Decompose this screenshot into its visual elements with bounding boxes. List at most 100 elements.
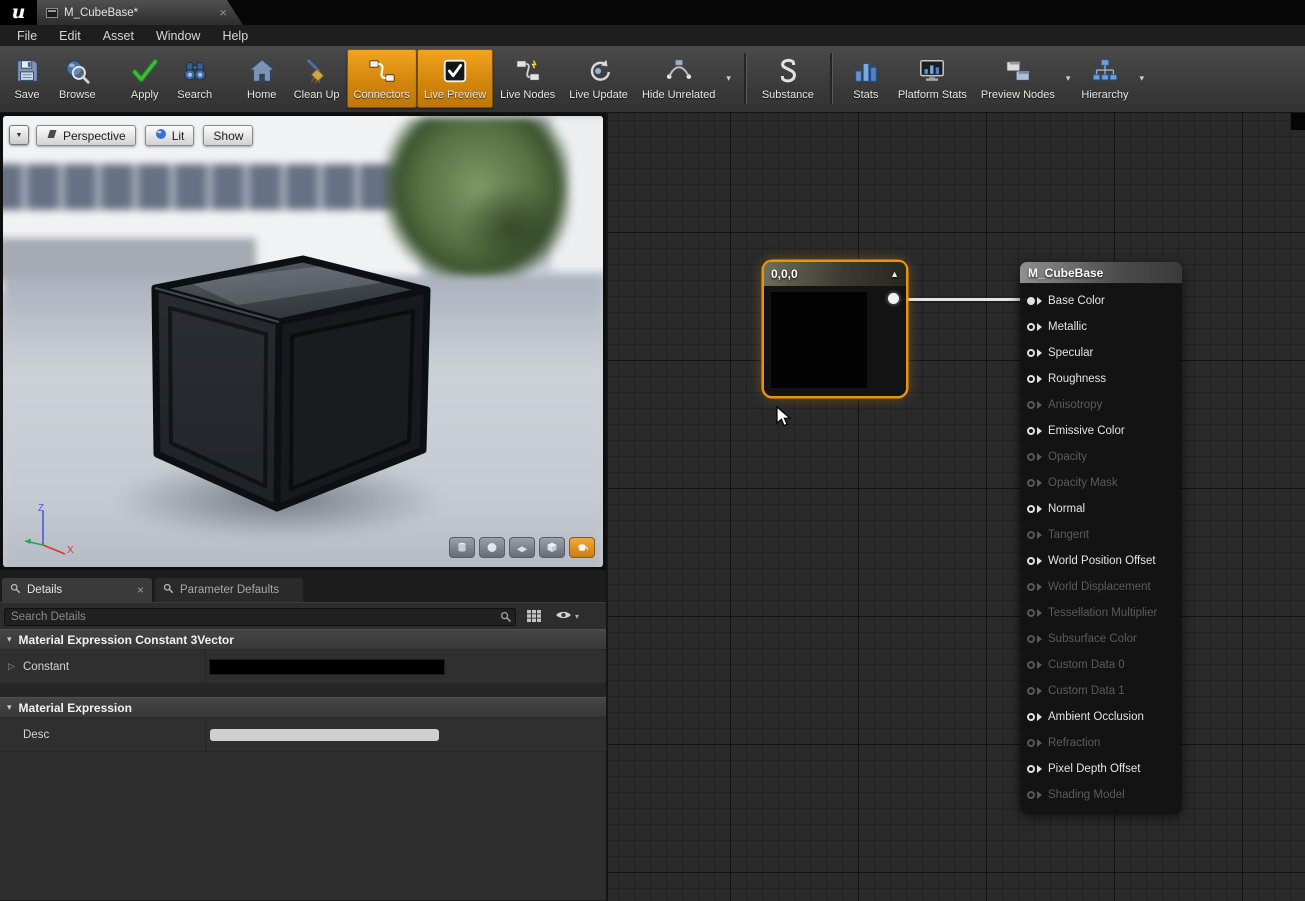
visibility-filter-button[interactable]: ▾ bbox=[552, 607, 582, 625]
connection-wire-basecolor[interactable] bbox=[889, 298, 1037, 301]
constant-node-header[interactable]: 0,0,0 ▲ bbox=[764, 262, 906, 286]
details-search-row: ▾ bbox=[0, 602, 606, 629]
preview-shape-plane-button[interactable] bbox=[509, 537, 535, 558]
details-tab-parameter-defaults[interactable]: Parameter Defaults bbox=[155, 578, 303, 602]
pin-icon bbox=[1027, 635, 1042, 643]
viewport-show-button[interactable]: Show bbox=[203, 125, 254, 146]
preview-shape-cylinder-button[interactable] bbox=[449, 537, 475, 558]
connectors-button[interactable]: Connectors bbox=[346, 49, 417, 108]
collapse-arrow-icon[interactable]: ▲ bbox=[890, 269, 899, 279]
details-tab-details[interactable]: Details × bbox=[2, 578, 152, 602]
stats-button[interactable]: Stats bbox=[841, 49, 891, 108]
pin-label: Emissive Color bbox=[1048, 425, 1125, 437]
axis-x-label: X bbox=[67, 545, 74, 556]
preview-viewport[interactable]: ▼ Perspective Lit Show Z X bbox=[3, 116, 603, 567]
live-preview-button[interactable]: Live Preview bbox=[416, 49, 494, 108]
pin-label: Anisotropy bbox=[1048, 399, 1103, 411]
pin-icon[interactable] bbox=[1027, 765, 1042, 773]
stats-button-label: Stats bbox=[853, 88, 879, 101]
menu-edit[interactable]: Edit bbox=[48, 25, 92, 46]
live-nodes-button[interactable]: Live Nodes bbox=[493, 49, 562, 108]
viewport-options-dropdown[interactable]: ▼ bbox=[9, 125, 29, 145]
live-update-button-label: Live Update bbox=[569, 88, 628, 101]
pin-icon bbox=[1027, 479, 1042, 487]
titlebar: u M_CubeBase* × bbox=[0, 0, 1305, 25]
constant-output-pin[interactable] bbox=[888, 293, 899, 304]
pin-icon bbox=[1027, 687, 1042, 695]
save-button-label: Save bbox=[14, 88, 40, 101]
hideunrelated-icon bbox=[664, 56, 694, 86]
close-icon[interactable]: × bbox=[137, 584, 144, 596]
preview-nodes-button[interactable]: Preview Nodes bbox=[974, 49, 1062, 108]
hierarchy-dropdown-chevron-icon[interactable]: ▾ bbox=[1136, 48, 1149, 109]
material-graph-canvas[interactable]: 0,0,0 ▲ M_CubeBase Base Color Metallic Spe… bbox=[606, 113, 1305, 901]
material-input-normal[interactable]: Normal bbox=[1020, 496, 1182, 522]
pin-label: Base Color bbox=[1048, 295, 1105, 307]
material-input-anisotropy: Anisotropy bbox=[1020, 392, 1182, 418]
pin-icon[interactable] bbox=[1027, 713, 1042, 721]
platform-stats-button[interactable]: Platform Stats bbox=[891, 49, 974, 108]
preview-shape-sphere-button[interactable] bbox=[479, 537, 505, 558]
search-icon bbox=[180, 56, 210, 86]
apply-button[interactable]: Apply bbox=[120, 49, 170, 108]
color-swatch[interactable] bbox=[210, 659, 444, 674]
pin-label: Metallic bbox=[1048, 321, 1087, 333]
menu-help[interactable]: Help bbox=[211, 25, 259, 46]
hierarchy-button[interactable]: Hierarchy bbox=[1074, 49, 1135, 108]
pin-icon[interactable] bbox=[1027, 349, 1042, 357]
details-content: ▾ Material Expression Constant 3Vector ▷ Co… bbox=[0, 629, 606, 752]
row-expander-icon[interactable]: ▷ bbox=[8, 661, 16, 672]
pin-icon[interactable] bbox=[1027, 323, 1042, 331]
hide-unrelated-dropdown-chevron-icon[interactable]: ▾ bbox=[722, 48, 735, 109]
preview-nodes-dropdown-chevron-icon[interactable]: ▾ bbox=[1062, 48, 1075, 109]
hierarchy-button-label: Hierarchy bbox=[1081, 88, 1129, 101]
pin-icon[interactable] bbox=[1027, 557, 1042, 565]
hide-unrelated-button[interactable]: Hide Unrelated bbox=[635, 49, 722, 108]
pin-icon[interactable] bbox=[1027, 375, 1042, 383]
clean-up-button[interactable]: Clean Up bbox=[287, 49, 347, 108]
search-button[interactable]: Search bbox=[170, 49, 220, 108]
material-result-node[interactable]: M_CubeBase Base Color Metallic Specular Rou… bbox=[1020, 262, 1182, 814]
material-input-roughness[interactable]: Roughness bbox=[1020, 366, 1182, 392]
asset-tab[interactable]: M_CubeBase* × bbox=[37, 0, 243, 25]
material-input-base-color[interactable]: Base Color bbox=[1020, 288, 1182, 314]
axis-gizmo: Z X bbox=[24, 503, 74, 556]
browse-button-label: Browse bbox=[59, 88, 96, 101]
menu-file[interactable]: File bbox=[6, 25, 48, 46]
material-input-world-position-offset[interactable]: World Position Offset bbox=[1020, 548, 1182, 574]
material-input-metallic[interactable]: Metallic bbox=[1020, 314, 1182, 340]
viewport-lit-button[interactable]: Lit bbox=[144, 125, 195, 146]
material-node-header[interactable]: M_CubeBase bbox=[1020, 262, 1182, 284]
pin-label: Tessellation Multiplier bbox=[1048, 607, 1158, 619]
preview-shape-cube-button[interactable] bbox=[539, 537, 565, 558]
asset-tab-close-icon[interactable]: × bbox=[219, 6, 227, 19]
menu-window[interactable]: Window bbox=[145, 25, 211, 46]
text-field[interactable] bbox=[210, 728, 439, 741]
live-update-button[interactable]: Live Update bbox=[562, 49, 635, 108]
pin-icon[interactable] bbox=[1027, 297, 1042, 305]
viewport-perspective-button[interactable]: Perspective bbox=[36, 125, 136, 146]
substance-button[interactable]: Substance bbox=[755, 49, 821, 108]
material-input-subsurface-color: Subsurface Color bbox=[1020, 626, 1182, 652]
pin-label: Refraction bbox=[1048, 737, 1101, 749]
view-options-grid-icon[interactable] bbox=[521, 606, 547, 626]
browse-button[interactable]: Browse bbox=[52, 49, 103, 108]
perspective-icon bbox=[46, 128, 58, 143]
save-button[interactable]: Save bbox=[2, 49, 52, 108]
menu-asset[interactable]: Asset bbox=[92, 25, 145, 46]
material-input-shading-model: Shading Model bbox=[1020, 782, 1182, 808]
preview-shape-mesh-button[interactable] bbox=[569, 537, 595, 558]
constant3vector-node[interactable]: 0,0,0 ▲ bbox=[764, 262, 906, 396]
section-header-material-expression-constant-3vector[interactable]: ▾ Material Expression Constant 3Vector bbox=[0, 629, 606, 650]
material-input-pixel-depth-offset[interactable]: Pixel Depth Offset bbox=[1020, 756, 1182, 782]
material-input-ambient-occlusion[interactable]: Ambient Occlusion bbox=[1020, 704, 1182, 730]
material-input-specular[interactable]: Specular bbox=[1020, 340, 1182, 366]
home-button[interactable]: Home bbox=[237, 49, 287, 108]
browse-icon bbox=[62, 56, 92, 86]
section-header-material-expression[interactable]: ▾ Material Expression bbox=[0, 697, 606, 718]
material-input-emissive-color[interactable]: Emissive Color bbox=[1020, 418, 1182, 444]
pin-icon[interactable] bbox=[1027, 505, 1042, 513]
substance-button-label: Substance bbox=[761, 88, 814, 101]
pin-icon[interactable] bbox=[1027, 427, 1042, 435]
search-input[interactable] bbox=[4, 607, 516, 626]
